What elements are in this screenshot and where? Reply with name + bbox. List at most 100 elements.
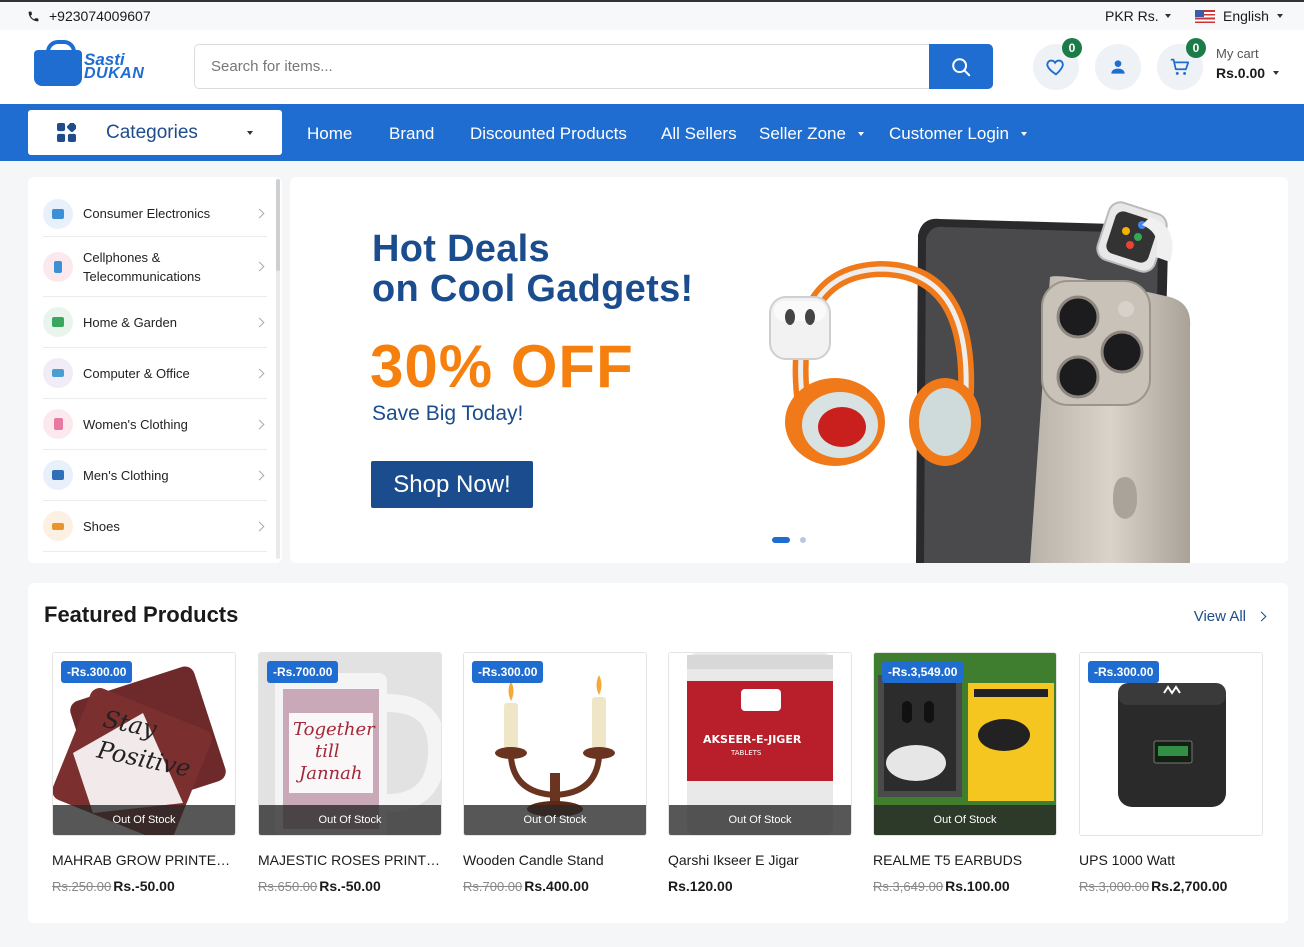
search-icon <box>952 57 971 76</box>
sidebar-item-computer-office[interactable]: Computer & Office <box>43 348 267 399</box>
phone-contact[interactable]: +923074009607 <box>27 8 151 24</box>
product-card[interactable]: Together till Jannah -Rs.700.00 Out Of S… <box>258 652 442 894</box>
product-image[interactable]: Together till Jannah -Rs.700.00 Out Of S… <box>258 652 442 836</box>
chevron-right-icon <box>254 368 265 378</box>
out-of-stock-label: Out Of Stock <box>53 805 235 835</box>
out-of-stock-label: Out Of Stock <box>874 805 1056 835</box>
product-name[interactable]: Wooden Candle Stand <box>463 852 647 868</box>
logo-text-bottom: DUKAN <box>84 65 145 82</box>
sidebar-item-label: Shoes <box>83 518 120 534</box>
us-flag-icon <box>1195 9 1215 23</box>
product-price: Rs.650.00 Rs.-50.00 <box>258 878 442 894</box>
product-price: Rs.120.00 <box>668 878 852 894</box>
categories-label: Categories <box>106 122 198 143</box>
heart-icon <box>1046 59 1064 76</box>
search-button[interactable] <box>929 44 993 89</box>
nav-home[interactable]: Home <box>307 124 352 144</box>
product-image[interactable]: -Rs.300.00 Out Of Stock <box>463 652 647 836</box>
search-bar <box>194 44 993 89</box>
search-input[interactable] <box>195 45 930 88</box>
house-icon <box>43 307 73 337</box>
top-bar: +923074009607 PKR Rs. English <box>0 0 1304 30</box>
nav-discounted-products[interactable]: Discounted Products <box>470 124 627 144</box>
sidebar-item-mens-clothing[interactable]: Men's Clothing <box>43 450 267 501</box>
product-card[interactable]: Stay Positive -Rs.300.00 Out Of Stock MA… <box>52 652 236 894</box>
svg-text:Jannah: Jannah <box>295 763 362 784</box>
carousel-dot-1[interactable] <box>772 537 790 543</box>
sidebar-item-womens-clothing[interactable]: Women's Clothing <box>43 399 267 450</box>
product-price: Rs.700.00 Rs.400.00 <box>463 878 647 894</box>
chevron-right-icon <box>1256 611 1267 622</box>
nav-seller-zone[interactable]: Seller Zone <box>759 124 864 144</box>
monitor-icon <box>43 198 73 229</box>
view-all-label: View All <box>1193 608 1246 625</box>
category-sidebar: Consumer Electronics Cellphones & Teleco… <box>28 177 282 563</box>
sidebar-scrollbar[interactable] <box>276 179 280 559</box>
product-card[interactable]: -Rs.3,549.00 Out Of Stock REALME T5 EARB… <box>873 652 1057 894</box>
cart-total: Rs.0.00 <box>1216 65 1266 81</box>
nav-customer-login[interactable]: Customer Login <box>889 124 1028 144</box>
old-price: Rs.3,649.00 <box>873 879 944 894</box>
user-icon <box>1111 60 1125 74</box>
language-label: English <box>1223 8 1269 24</box>
product-card[interactable]: AKSEER-E-JIGER TABLETS Out Of Stock Qars… <box>668 652 852 894</box>
current-price: Rs.2,700.00 <box>1151 878 1228 894</box>
sidebar-item-label: Home & Garden <box>83 314 177 330</box>
cart-button[interactable]: 0 <box>1157 38 1206 90</box>
nav-customer-login-label: Customer Login <box>889 124 1010 143</box>
product-image[interactable]: -Rs.3,549.00 Out Of Stock <box>873 652 1057 836</box>
shopping-bag-icon <box>34 40 82 86</box>
wishlist-button[interactable]: 0 <box>1033 38 1082 90</box>
product-name[interactable]: MAHRAB GROW PRINTED... <box>52 852 236 868</box>
nav-brand-label: Brand <box>389 124 435 143</box>
discount-badge: -Rs.300.00 <box>61 661 133 683</box>
tshirt-icon <box>43 460 73 490</box>
wishlist-count-badge: 0 <box>1062 38 1082 58</box>
nav-brand[interactable]: Brand <box>389 124 434 144</box>
product-price: Rs.250.00 Rs.-50.00 <box>52 878 236 894</box>
sidebar-item-consumer-electronics[interactable]: Consumer Electronics <box>43 191 267 237</box>
product-image[interactable]: AKSEER-E-JIGER TABLETS Out Of Stock <box>668 652 852 836</box>
product-name[interactable]: REALME T5 EARBUDS <box>873 852 1057 868</box>
discount-badge: -Rs.300.00 <box>1088 661 1160 683</box>
hero-banner[interactable]: Hot Deals on Cool Gadgets! 30% OFF Save … <box>290 177 1288 563</box>
grid-icon <box>57 123 76 142</box>
categories-dropdown[interactable]: Categories <box>28 110 282 155</box>
view-all-link[interactable]: View All <box>1194 608 1269 625</box>
svg-text:AKSEER-E-JIGER: AKSEER-E-JIGER <box>703 733 802 746</box>
product-image[interactable]: Stay Positive -Rs.300.00 Out Of Stock <box>52 652 236 836</box>
product-image[interactable]: -Rs.300.00 <box>1079 652 1263 836</box>
product-name[interactable]: Qarshi Ikseer E Jigar <box>668 852 852 868</box>
discount-badge: -Rs.3,549.00 <box>882 661 964 683</box>
dress-icon <box>43 409 73 439</box>
sidebar-item-shoes[interactable]: Shoes <box>43 501 267 552</box>
discount-badge: -Rs.700.00 <box>267 661 339 683</box>
carousel-dot-2[interactable] <box>800 537 806 543</box>
main-navigation: Categories Home Brand Discounted Product… <box>0 104 1304 161</box>
account-button[interactable] <box>1095 44 1141 90</box>
out-of-stock-label: Out Of Stock <box>669 805 851 835</box>
product-name[interactable]: UPS 1000 Watt <box>1079 852 1263 868</box>
site-logo[interactable]: Sasti DUKAN <box>34 40 152 88</box>
currency-selector[interactable]: PKR Rs. <box>1105 8 1171 24</box>
product-card[interactable]: -Rs.300.00 UPS 1000 Watt Rs.3,000.00 Rs.… <box>1079 652 1263 894</box>
old-price: Rs.700.00 <box>463 879 523 894</box>
sidebar-item-label: Men's Clothing <box>83 467 169 483</box>
svg-text:Together: Together <box>293 719 376 740</box>
language-selector[interactable]: English <box>1195 8 1283 24</box>
chevron-down-icon <box>1021 132 1028 136</box>
cart-label: My cart <box>1216 46 1259 61</box>
cart-summary[interactable]: My cart Rs.0.00 <box>1216 46 1280 81</box>
phone-icon <box>28 11 39 21</box>
product-name[interactable]: MAJESTIC ROSES PRINTED... <box>258 852 442 868</box>
current-price: Rs.120.00 <box>668 878 733 894</box>
chevron-right-icon <box>254 317 265 327</box>
sidebar-item-cellphones[interactable]: Cellphones & Telecommunications <box>43 237 267 297</box>
shoe-icon <box>43 511 73 541</box>
chevron-right-icon <box>254 261 265 272</box>
sidebar-item-label: Women's Clothing <box>83 416 188 432</box>
product-card[interactable]: -Rs.300.00 Out Of Stock Wooden Candle St… <box>463 652 647 894</box>
sidebar-item-home-garden[interactable]: Home & Garden <box>43 297 267 348</box>
nav-all-sellers[interactable]: All Sellers <box>661 124 737 144</box>
current-price: Rs.-50.00 <box>319 878 381 894</box>
